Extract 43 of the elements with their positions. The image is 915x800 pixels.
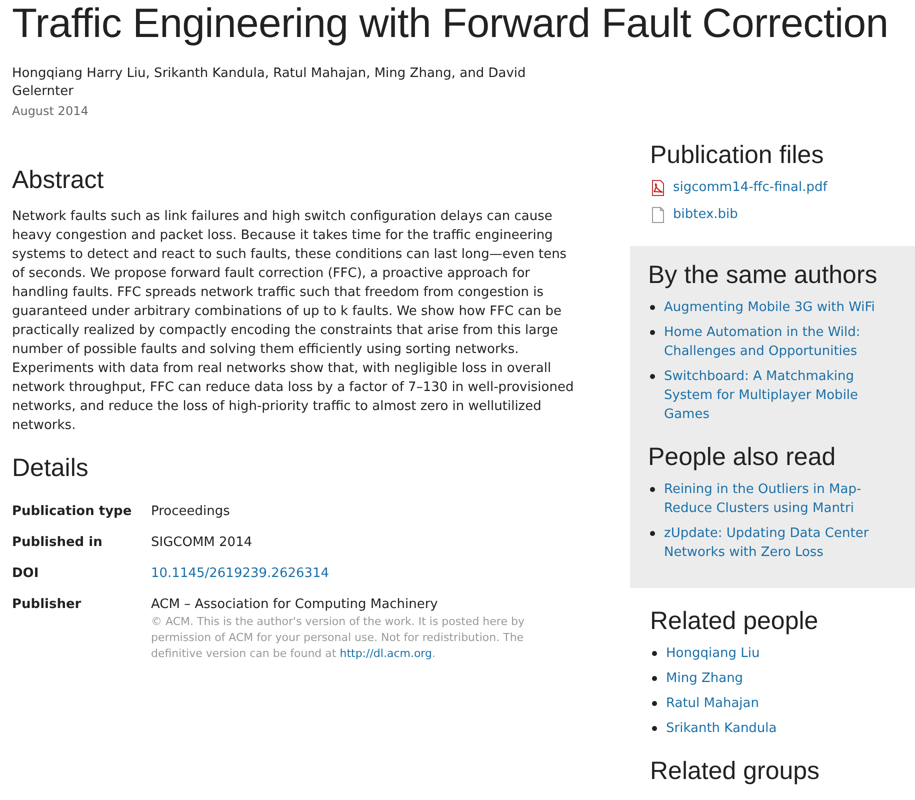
section-heading: Related groups	[650, 756, 821, 786]
copyright-note: © ACM. This is the author's version of the work. It is posted here by permission of ACM for your personal use. Not for redistribution. The definitive version can be found at http://dl.acm.org.	[151, 614, 526, 662]
bullet-icon	[652, 726, 657, 731]
publication-link[interactable]: Switchboard: A Matchmaking System for Multiplayer Mobile Games	[664, 367, 897, 424]
author-list: Hongqiang Harry Liu, Srikanth Kandula, Ratul Mahajan, Ming Zhang, and David Gelernter	[12, 65, 580, 101]
detail-label: Publisher	[12, 596, 82, 614]
detail-value: Proceedings	[151, 504, 230, 519]
person-link[interactable]: Srikanth Kandula	[666, 719, 777, 738]
publication-link[interactable]: Home Automation in the Wild: Challenges and Opportunities	[664, 323, 897, 361]
page-title: Traffic Engineering with Forward Fault Correction	[11, 0, 890, 46]
section-heading: Details	[12, 453, 90, 483]
bullet-icon	[652, 676, 657, 681]
pdf-file-icon	[650, 180, 666, 196]
detail-label: DOI	[12, 565, 40, 583]
bullet-icon	[650, 374, 655, 379]
section-heading: Related people	[650, 606, 820, 636]
bullet-icon	[650, 487, 655, 492]
publication-date: August 2014	[12, 103, 90, 120]
acm-link[interactable]: http://dl.acm.org	[340, 647, 432, 660]
file-link[interactable]: bibtex.bib	[673, 205, 738, 224]
detail-value: SIGCOMM 2014	[151, 535, 252, 550]
file-link[interactable]: sigcomm14-ffc-final.pdf	[673, 178, 828, 197]
detail-label: Publication type	[12, 503, 133, 521]
publication-link[interactable]: Reining in the Outliers in Map-Reduce Clusters using Mantri	[664, 480, 897, 518]
file-icon	[650, 206, 666, 222]
bullet-icon	[650, 305, 655, 310]
person-link[interactable]: Ming Zhang	[666, 669, 744, 688]
bullet-icon	[650, 531, 655, 536]
detail-value: ACM – Association for Computing Machinery	[151, 597, 438, 612]
doi-link[interactable]: 10.1145/2619239.2626314	[151, 566, 330, 581]
abstract-text: Network faults such as link failures and high switch configuration delays can cause heavy congestion and packet loss. Because it takes time for the traffic engineering systems to detect and react to such faults, these conditions can last long—even tens of seconds. We propose forward fault correction (FFC), a proactive approach for handling faults. FFC spreads network traffic such that freedom from congestion is guaranteed under arbitrary combinations of up to k faults. We show how FFC can be practically realized by compactly encoding the constraints that arise from this large number of possible faults and solving them efficiently using sorting networks. Experiments with data from real networks show that, with negligible loss in overall network throughput, FFC can reduce data loss by a factor of 7–130 in well-provisioned networks, and reduce the loss of high-priority traffic to almost zero in wellutilized networks.	[12, 208, 575, 435]
section-heading: Publication files	[650, 140, 825, 170]
section-heading: By the same authors	[648, 260, 878, 290]
detail-label: Published in	[12, 534, 104, 552]
publication-link[interactable]: zUpdate: Updating Data Center Networks with Zero Loss	[664, 524, 897, 562]
bullet-icon	[650, 330, 655, 335]
section-heading: Abstract	[12, 165, 105, 195]
publication-link[interactable]: Augmenting Mobile 3G with WiFi	[664, 298, 875, 317]
person-link[interactable]: Ratul Mahajan	[666, 694, 759, 713]
section-heading: People also read	[648, 442, 837, 472]
person-link[interactable]: Hongqiang Liu	[666, 644, 760, 663]
bullet-icon	[652, 651, 657, 656]
bullet-icon	[652, 701, 657, 706]
